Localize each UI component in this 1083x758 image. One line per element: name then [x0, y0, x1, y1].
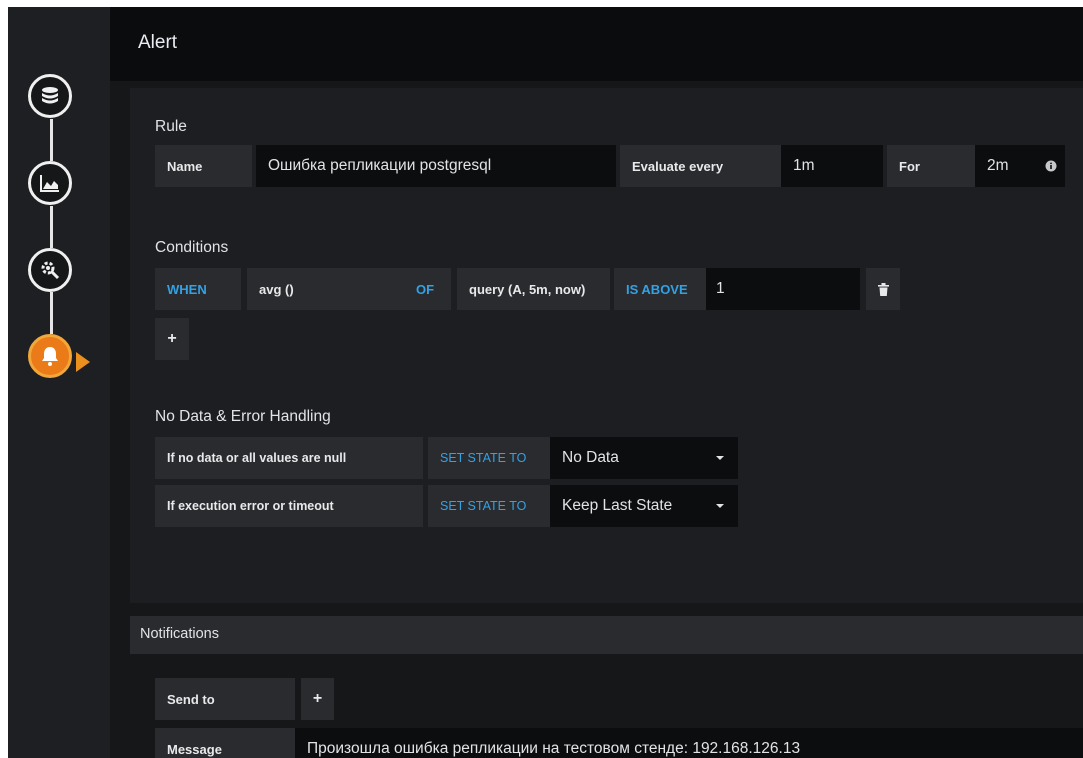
- reducer-select[interactable]: avg (): [247, 268, 405, 310]
- error-row-label: If execution error or timeout: [155, 485, 423, 527]
- alert-config-panel: Rule Name Ошибка репликации postgresql E…: [130, 88, 1083, 603]
- step-connector: [50, 119, 53, 161]
- active-step-arrow: [76, 352, 90, 372]
- rule-section-title: Rule: [155, 118, 187, 135]
- for-input[interactable]: 2m: [975, 145, 1065, 187]
- set-state-label: SET STATE TO: [428, 437, 550, 479]
- add-notification-button[interactable]: +: [301, 678, 334, 720]
- when-keyword: WHEN: [155, 268, 241, 310]
- no-data-state-value: No Data: [562, 449, 619, 466]
- step-general[interactable]: [28, 248, 72, 292]
- chart-icon: [40, 175, 59, 192]
- evaluate-every-label: Evaluate every: [620, 145, 781, 187]
- notifications-header: Notifications: [130, 616, 1083, 654]
- bell-icon: [42, 347, 58, 366]
- alert-steps-sidebar: [8, 7, 110, 758]
- page-header: Alert: [110, 7, 1083, 81]
- conditions-section-title: Conditions: [155, 239, 229, 256]
- settings-icon: [41, 261, 60, 280]
- add-condition-button[interactable]: +: [155, 318, 189, 360]
- step-alert[interactable]: [28, 334, 72, 378]
- for-label: For: [887, 145, 975, 187]
- page-title: Alert: [138, 32, 178, 53]
- message-label: Message: [155, 728, 295, 758]
- evaluate-every-input[interactable]: 1m: [781, 145, 883, 187]
- database-icon: [42, 87, 58, 104]
- step-connector: [50, 292, 53, 334]
- message-input[interactable]: Произошла ошибка репликации на тестовом …: [295, 728, 1083, 758]
- no-data-section-title: No Data & Error Handling: [155, 408, 331, 425]
- set-state-label: SET STATE TO: [428, 485, 550, 527]
- step-visualization[interactable]: [28, 161, 72, 205]
- step-connector: [50, 206, 53, 248]
- send-to-label: Send to: [155, 678, 295, 720]
- notifications-title: Notifications: [140, 626, 219, 642]
- no-data-state-select[interactable]: No Data: [550, 437, 738, 479]
- trash-icon: [877, 282, 889, 296]
- evaluator-select[interactable]: IS ABOVE: [614, 268, 706, 310]
- chevron-down-icon: [716, 456, 724, 460]
- name-input[interactable]: Ошибка репликации postgresql: [256, 145, 616, 187]
- query-select[interactable]: query (A, 5m, now): [457, 268, 610, 310]
- step-queries[interactable]: [28, 74, 72, 118]
- error-state-select[interactable]: Keep Last State: [550, 485, 738, 527]
- delete-condition-button[interactable]: [866, 268, 900, 310]
- app-window: Alert Rule Name Ошибка репликации postgr…: [8, 7, 1083, 758]
- threshold-input[interactable]: 1: [706, 268, 860, 310]
- notifications-panel: Send to + Message Произошла ошибка репли…: [130, 654, 1083, 758]
- no-data-row-label: If no data or all values are null: [155, 437, 423, 479]
- chevron-down-icon: [716, 504, 724, 508]
- of-keyword: OF: [405, 268, 451, 310]
- for-value: 2m: [987, 157, 1009, 174]
- error-state-value: Keep Last State: [562, 497, 673, 514]
- name-label: Name: [155, 145, 252, 187]
- info-icon[interactable]: [1045, 160, 1057, 172]
